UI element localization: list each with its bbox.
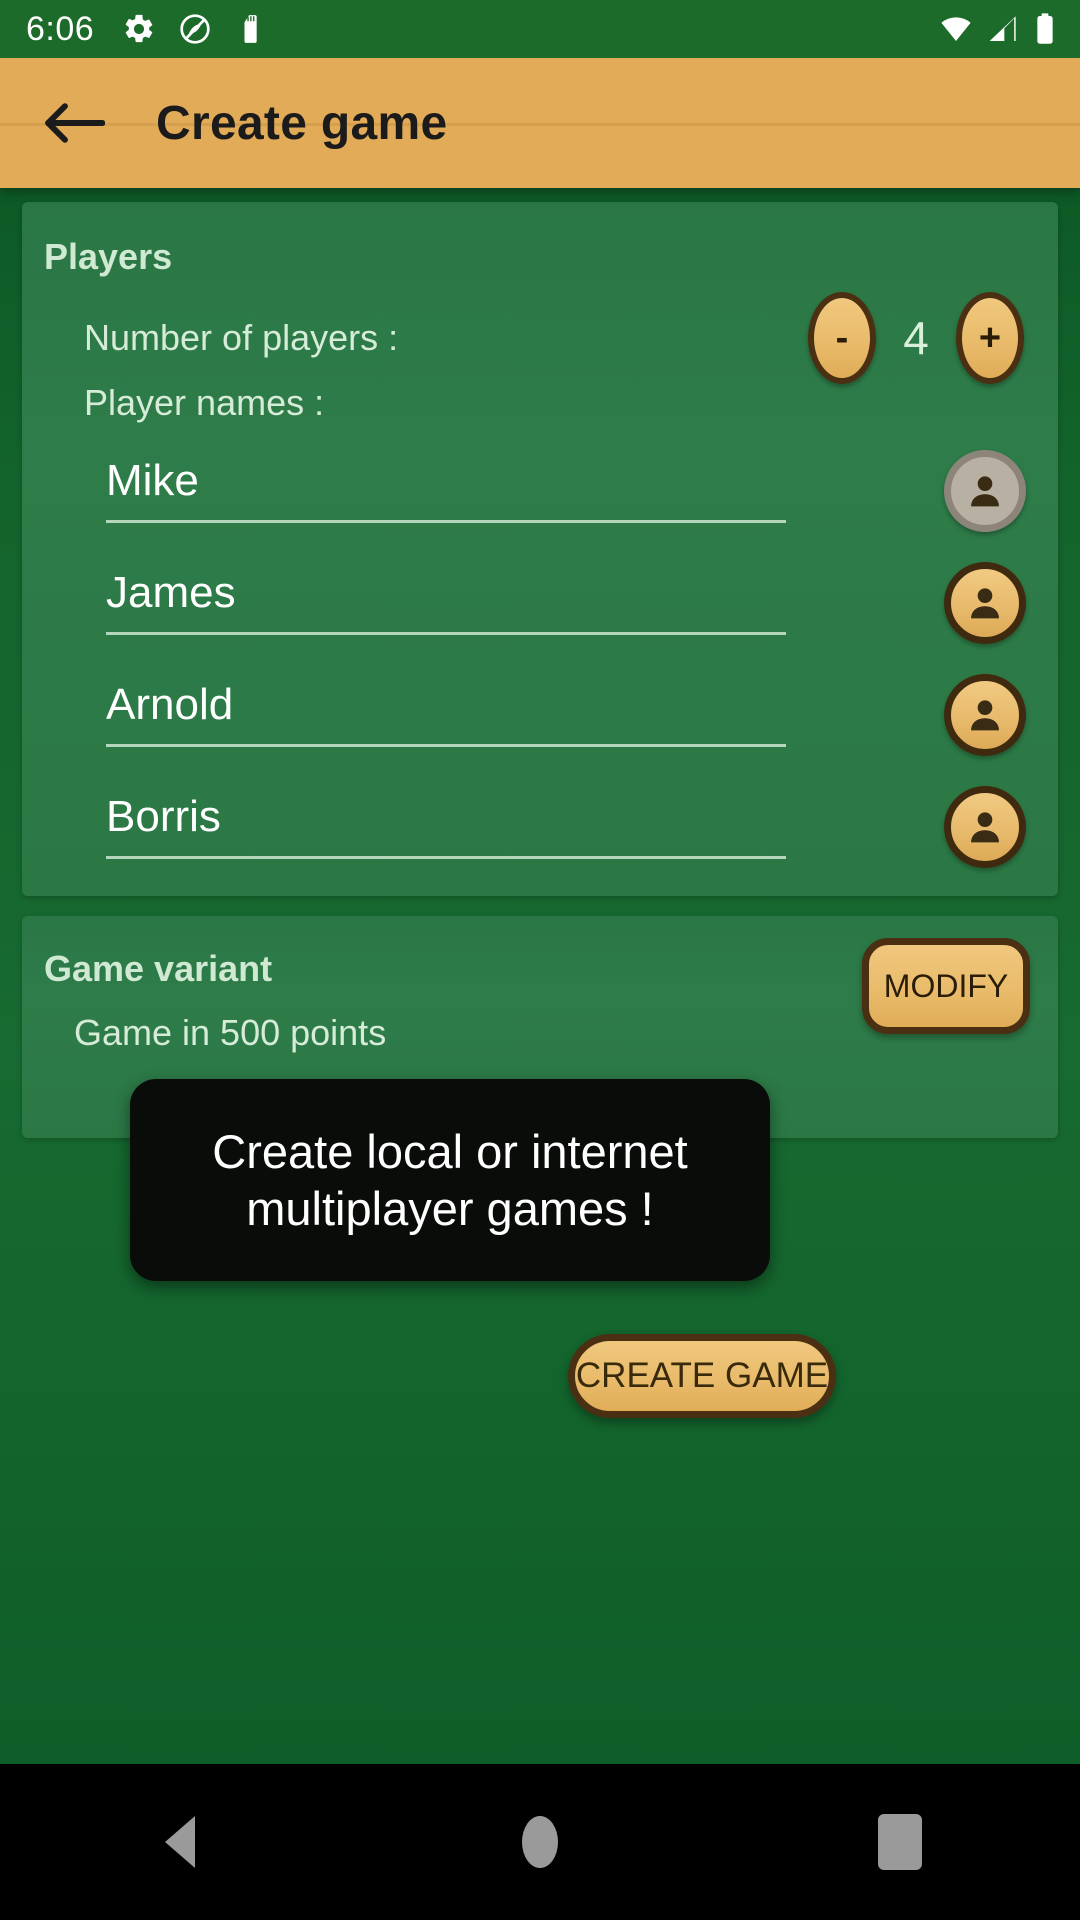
battery-icon [1037, 13, 1053, 44]
player-row: Arnold [22, 674, 1058, 784]
player-row: Borris [22, 786, 1058, 896]
increment-players-button[interactable]: + [956, 292, 1024, 384]
page-title: Create game [156, 96, 448, 150]
create-game-button[interactable]: CREATE GAME [568, 1334, 836, 1418]
player-name-input[interactable]: James [106, 568, 786, 635]
person-icon [971, 588, 999, 619]
nav-home-button[interactable] [450, 1764, 630, 1920]
status-bar: 6:06 [0, 0, 1080, 58]
cell-signal-icon [989, 16, 1016, 41]
nav-back-button[interactable] [90, 1764, 270, 1920]
person-icon [971, 700, 999, 731]
decrement-players-button[interactable]: - [808, 292, 876, 384]
android-navigation-bar [0, 1764, 1080, 1920]
status-bar-notification-icons [122, 12, 268, 46]
sd-card-icon [244, 15, 257, 43]
input-underline [106, 744, 786, 747]
modify-button[interactable]: MODIFY [862, 938, 1030, 1034]
input-underline [106, 632, 786, 635]
status-bar-clock: 6:06 [26, 10, 95, 48]
players-card: Players Number of players : - 4 + Player… [22, 202, 1058, 896]
tooltip-message[interactable]: Create local or internet multiplayer gam… [130, 1079, 770, 1281]
nav-recents-button[interactable] [810, 1764, 990, 1920]
input-underline [106, 520, 786, 523]
status-bar-system-icons [938, 12, 1058, 46]
back-button[interactable] [26, 75, 122, 171]
player-row: James [22, 562, 1058, 672]
player-avatar-button[interactable] [944, 562, 1026, 644]
number-of-players-label: Number of players : [84, 317, 399, 358]
wifi-icon [941, 17, 971, 41]
person-icon [971, 476, 999, 507]
player-count-stepper: - 4 + [808, 292, 1024, 384]
player-avatar-button[interactable] [944, 674, 1026, 756]
player-avatar-button[interactable] [944, 450, 1026, 532]
nav-back-icon [165, 1816, 195, 1868]
player-name-input[interactable]: Borris [106, 792, 786, 859]
game-variant-title: Game variant [44, 948, 273, 989]
player-count-value: 4 [903, 312, 929, 364]
player-name-value: Mike [106, 456, 199, 505]
game-variant-description: Game in 500 points [74, 1012, 387, 1053]
app-screen: 6:06 Create game Players Number of playe… [0, 0, 1080, 1920]
player-name-value: Borris [106, 792, 221, 841]
player-row: Mike [22, 450, 1058, 560]
player-name-input[interactable]: Arnold [106, 680, 786, 747]
person-icon [971, 812, 999, 843]
do-not-disturb-icon [180, 14, 210, 44]
nav-home-icon [522, 1816, 558, 1868]
gear-icon [125, 14, 153, 43]
player-name-value: James [106, 568, 236, 617]
input-underline [106, 856, 786, 859]
arrow-left-icon [45, 103, 105, 143]
main-content: Players Number of players : - 4 + Player… [0, 188, 1080, 1764]
player-name-input[interactable]: Mike [106, 456, 786, 523]
player-avatar-button[interactable] [944, 786, 1026, 868]
app-bar: Create game [0, 58, 1080, 188]
nav-recents-icon [878, 1814, 922, 1870]
player-name-value: Arnold [106, 680, 234, 729]
player-names-label: Player names : [84, 382, 325, 423]
players-card-title: Players [44, 236, 173, 277]
